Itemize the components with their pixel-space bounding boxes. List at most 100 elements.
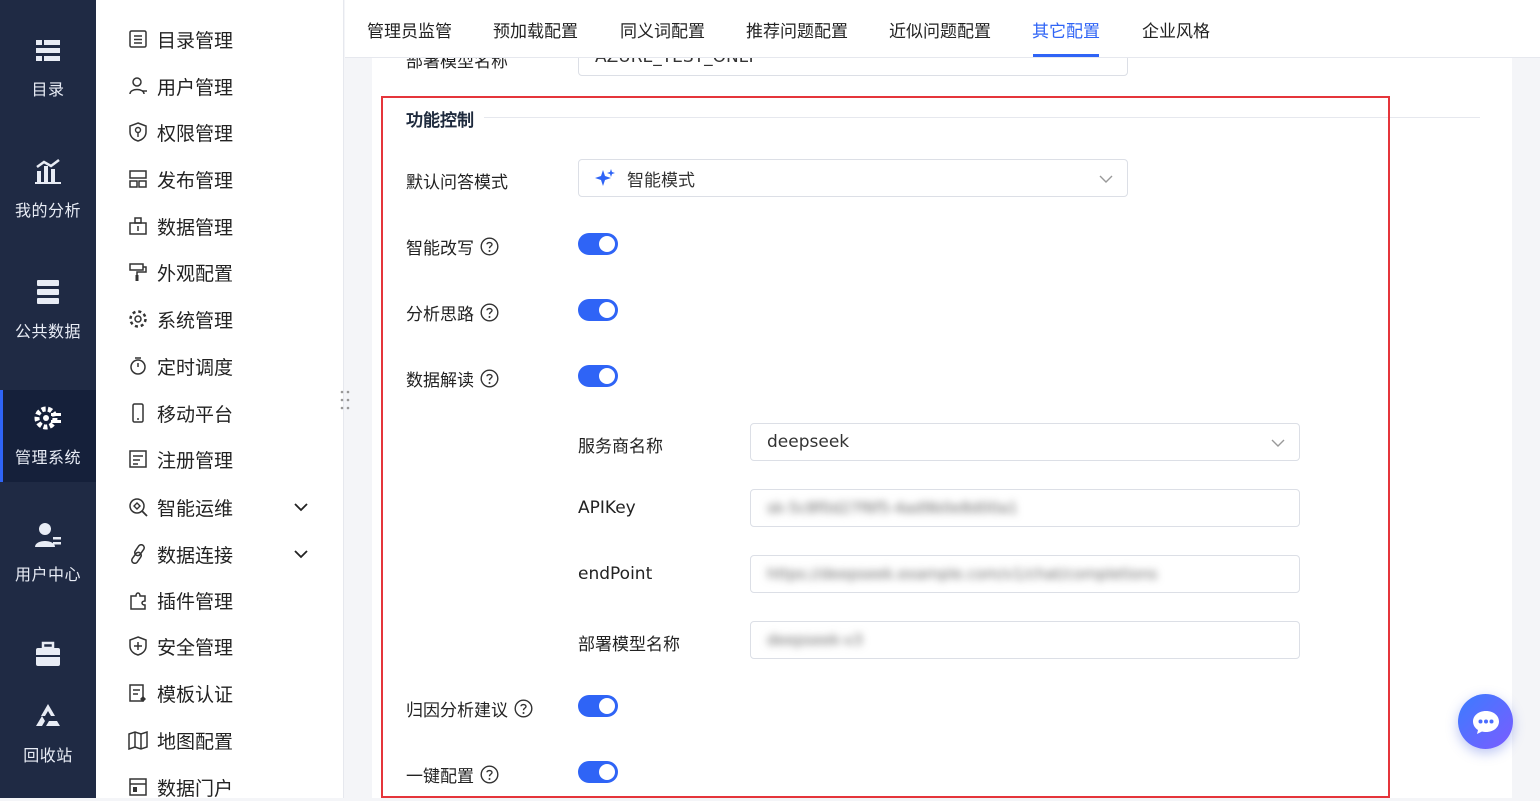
menu-item[interactable]: 插件管理 [128, 586, 338, 614]
chat-bubble-icon [1472, 710, 1499, 734]
admin-gear-icon [34, 406, 61, 430]
database-icon [37, 280, 59, 304]
rail-item-my-analysis[interactable]: 我的分析 [0, 143, 96, 235]
rail-item-admin-system[interactable]: 管理系统 [0, 390, 96, 482]
tab-admin-monitor[interactable]: 管理员监管 [367, 17, 452, 42]
data-interpretation-toggle[interactable] [578, 365, 618, 387]
menu-item[interactable]: 安全管理 [128, 632, 338, 660]
top-model-name-input[interactable]: AZURE_TEST_ONLY [578, 58, 1128, 76]
menu-item[interactable]: 系统管理 [128, 305, 338, 333]
attribution-suggest-label: 归因分析建议 [406, 696, 533, 721]
menu-item[interactable]: 外观配置 [128, 258, 338, 286]
analysis-thinking-toggle[interactable] [578, 299, 618, 321]
mobile-icon [132, 403, 144, 423]
default-mode-select[interactable]: 智能模式 [578, 159, 1128, 197]
endpoint-value: https://deepseek.example.com/v1/chat/com… [767, 565, 1158, 583]
menu-item[interactable]: 地图配置 [128, 726, 338, 754]
menu-item-label: 数据连接 [157, 544, 234, 567]
top-model-name-label: 部署模型名称 [406, 58, 508, 72]
rail-item-catalog[interactable]: 目录 [0, 22, 96, 114]
user-icon [129, 77, 147, 95]
map-icon [128, 730, 148, 750]
rail-label: 目录 [31, 80, 65, 99]
recycle-icon [36, 704, 60, 726]
menu-item[interactable]: 权限管理 [128, 118, 338, 146]
tab-similar-question[interactable]: 近似问题配置 [889, 17, 991, 42]
list-icon [129, 30, 147, 48]
active-tab-indicator [1033, 54, 1099, 57]
endpoint-input[interactable]: https://deepseek.example.com/v1/chat/com… [750, 555, 1300, 593]
model-name-value: deepseek-v3 [767, 631, 863, 649]
menu-item[interactable]: 数据门户 [128, 773, 338, 801]
tab-other-config[interactable]: 其它配置 [1032, 17, 1100, 42]
menu-item[interactable]: 用户管理 [128, 72, 338, 100]
apikey-label: APIKey [578, 498, 636, 518]
data-box-icon [129, 217, 147, 235]
ops-icon [129, 498, 148, 517]
rail-label: 公共数据 [14, 322, 81, 341]
paint-roller-icon [129, 263, 147, 281]
plugin-icon [130, 592, 146, 610]
toolbox-icon [36, 641, 60, 666]
admin-side-menu: 目录管理用户管理权限管理发布管理数据管理外观配置系统管理定时调度移动平台注册管理… [96, 0, 344, 801]
provider-label: 服务商名称 [578, 437, 663, 457]
menu-item[interactable]: 定时调度 [128, 352, 338, 380]
menu-item-label: 用户管理 [157, 76, 234, 99]
portal-icon [129, 778, 147, 796]
publish-icon [129, 170, 147, 188]
menu-item[interactable]: 数据管理 [128, 212, 338, 240]
menu-item[interactable]: 模板认证 [128, 679, 338, 707]
menu-item-label: 发布管理 [157, 169, 234, 192]
attribution-suggest-toggle[interactable] [578, 695, 618, 717]
one-click-config-label: 一键配置 [406, 762, 499, 787]
menu-item[interactable]: 移动平台 [128, 399, 338, 427]
tab-preload-config[interactable]: 预加载配置 [493, 17, 578, 42]
help-icon[interactable] [480, 237, 499, 256]
help-icon[interactable] [480, 765, 499, 784]
rail-label: 我的分析 [14, 201, 81, 220]
apikey-input[interactable]: sk-5c8f0d27f6f5-4ad9b0e8d00a1 [750, 489, 1300, 527]
provider-select[interactable]: deepseek [750, 423, 1300, 461]
menu-item[interactable]: 注册管理 [128, 445, 338, 473]
menu-item[interactable]: 目录管理 [128, 25, 338, 53]
clipped-top-row: 部署模型名称 AZURE_TEST_ONLY [372, 58, 1512, 78]
rail-item-toolbox[interactable] [0, 640, 96, 680]
help-icon[interactable] [480, 369, 499, 388]
provider-value: deepseek [767, 432, 850, 452]
help-icon[interactable] [480, 303, 499, 322]
menu-item-label: 安全管理 [157, 636, 234, 659]
menu-item-label: 移动平台 [157, 403, 234, 426]
menu-item[interactable]: 智能运维 [128, 493, 338, 521]
rail-item-user-center[interactable]: 用户中心 [0, 507, 96, 599]
one-click-config-toggle[interactable] [578, 761, 618, 783]
help-icon[interactable] [514, 699, 533, 718]
template-icon [129, 684, 146, 702]
chevron-down-icon[interactable] [294, 547, 308, 561]
model-name-input[interactable]: deepseek-v3 [750, 621, 1300, 659]
primary-rail: 目录 我的分析 公共数据 管理系统 用户中心 回收站 [0, 0, 96, 798]
rail-item-public-data[interactable]: 公共数据 [0, 264, 96, 356]
section-title: 功能控制 [406, 111, 474, 131]
menu-item[interactable]: 发布管理 [128, 165, 338, 193]
config-tabs: 管理员监管 预加载配置 同义词配置 推荐问题配置 近似问题配置 其它配置 企业风… [345, 0, 1540, 58]
tab-enterprise-style[interactable]: 企业风格 [1142, 17, 1210, 42]
rail-label: 用户中心 [14, 565, 81, 584]
rail-item-recycle[interactable]: 回收站 [0, 688, 96, 780]
chevron-down-icon[interactable] [294, 500, 308, 514]
menu-item-label: 数据管理 [157, 216, 234, 239]
tab-synonym-config[interactable]: 同义词配置 [620, 17, 705, 42]
menu-item[interactable]: 数据连接 [128, 540, 338, 568]
section-divider [484, 117, 1480, 118]
default-mode-value: 智能模式 [627, 170, 695, 191]
menu-item-label: 智能运维 [157, 497, 234, 520]
catalog-icon [36, 40, 60, 61]
chat-assistant-button[interactable] [1458, 694, 1513, 749]
smart-rewrite-toggle[interactable] [578, 233, 618, 255]
tab-recommend-question[interactable]: 推荐问题配置 [746, 17, 848, 42]
resize-handle-icon[interactable] [338, 388, 352, 412]
chevron-down-icon [1099, 175, 1113, 183]
menu-item-label: 目录管理 [157, 29, 234, 52]
sparkle-icon [595, 169, 615, 186]
menu-item-label: 权限管理 [157, 122, 234, 145]
rail-label: 管理系统 [14, 448, 81, 467]
